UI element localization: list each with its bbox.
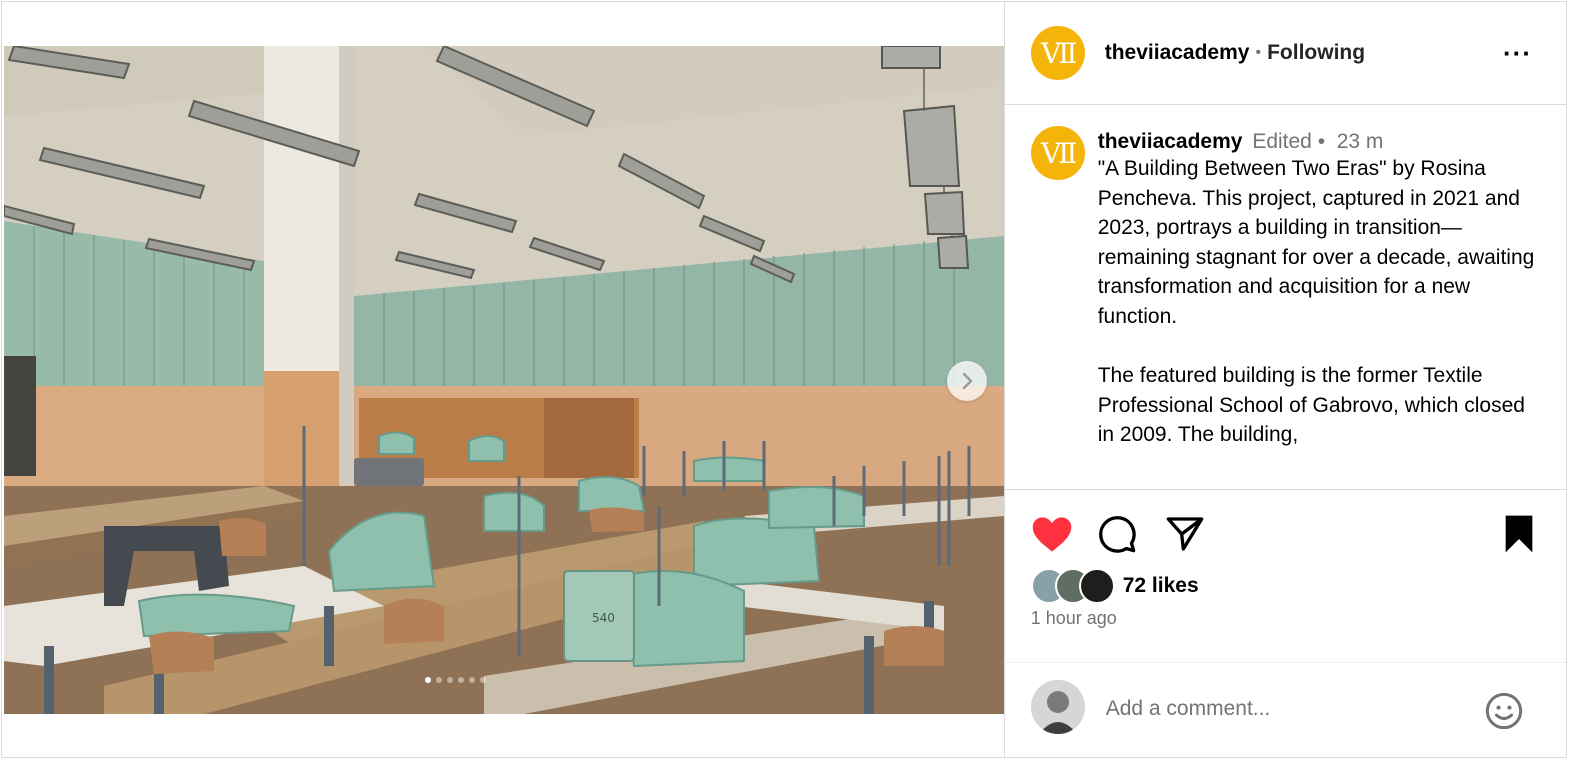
heart-filled-icon [1032,517,1071,552]
caption-avatar[interactable]: VII [1030,126,1085,180]
caption-body: theviiacademy Edited • 23 m "A Building … [1098,130,1538,450]
action-bar [1005,514,1566,564]
save-button[interactable] [1501,514,1537,559]
comment-input[interactable] [1105,693,1466,725]
caption-text: "A Building Between Two Eras" by Rosina … [1097,157,1535,447]
comment-button[interactable] [1097,514,1137,559]
carousel-dot [480,677,486,683]
carousel-dot [436,677,442,683]
carousel-next-button[interactable] [947,361,987,401]
caption-scroll-area[interactable]: VII theviiacademy Edited • 23 m "A Build… [1004,106,1566,490]
post-card: 540 VII theviiacademy • Following ··· VI… [1,1,1567,758]
emoji-icon[interactable] [1484,691,1524,736]
like-button[interactable] [1031,514,1073,559]
paper-plane-icon [1166,517,1204,551]
liker-avatar[interactable] [1078,568,1115,604]
post-side-panel: VII theviiacademy • Following ··· VII th… [1004,2,1566,757]
more-options-icon[interactable]: ··· [1503,38,1532,69]
comment-icon [1098,516,1136,553]
edited-label: Edited [1252,130,1312,153]
user-avatar [1030,680,1085,734]
dot-separator: • [1255,44,1262,61]
share-button[interactable] [1165,514,1205,559]
comment-bar [1004,662,1566,757]
post-time[interactable]: 1 hour ago [1031,608,1117,629]
bookmark-filled-icon [1505,515,1533,553]
carousel-dot [425,677,431,683]
avatar-logo-text: VII [1041,136,1077,170]
post-photo[interactable]: 540 [4,46,1004,714]
dot-separator: • [1317,130,1337,153]
carousel-indicator [425,677,486,683]
caption-username[interactable]: theviiacademy [1098,130,1243,153]
following-button[interactable]: Following [1267,41,1365,65]
carousel-dot [469,677,475,683]
header-username[interactable]: theviiacademy [1105,41,1250,65]
post-header: VII theviiacademy • Following ··· [1004,2,1566,105]
avatar-logo-text: VII [1041,36,1077,70]
likes-row: 72 likes [1030,568,1199,604]
chevron-right-icon [962,372,973,390]
account-avatar[interactable]: VII [1030,26,1085,80]
carousel-dot [458,677,464,683]
carousel-dot [447,677,453,683]
post-media: 540 [2,2,1005,757]
likes-count[interactable]: 72 likes [1123,574,1199,598]
caption-timestamp[interactable]: 23 m [1337,130,1384,153]
